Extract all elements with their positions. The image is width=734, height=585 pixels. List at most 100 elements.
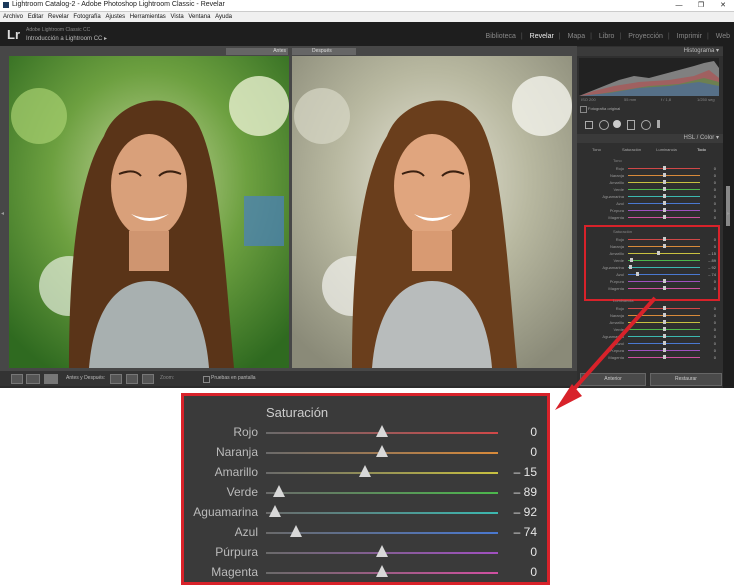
left-panel-toggle-icon[interactable]: ◂ xyxy=(1,210,4,217)
radial-filter-icon[interactable] xyxy=(641,120,651,130)
zoom-slider-thumb[interactable] xyxy=(269,505,282,517)
module-revelar[interactable]: Revelar xyxy=(530,33,554,40)
lum-label: Verde xyxy=(613,327,624,332)
tono-value: 0 xyxy=(713,166,716,171)
zoom-slider-thumb[interactable] xyxy=(358,465,371,477)
zoom-color-label: Aguamarina xyxy=(193,505,258,519)
lum-slider-thumb[interactable] xyxy=(662,355,666,359)
menu-editar[interactable]: Editar xyxy=(28,14,44,20)
tono-row-magenta: Magenta 0 xyxy=(600,214,716,221)
lum-slider-thumb[interactable] xyxy=(662,306,666,310)
tono-slider-thumb[interactable] xyxy=(662,201,666,205)
zoom-row-naranja: Naranja 0 xyxy=(184,442,547,462)
tono-slider-thumb[interactable] xyxy=(662,194,666,198)
zoom-slider-thumb[interactable] xyxy=(272,485,285,497)
previous-button[interactable]: Anterior xyxy=(580,373,646,386)
lum-value: 0 xyxy=(713,327,716,332)
module-web[interactable]: Web xyxy=(716,33,730,40)
menu-bar: Archivo Editar Revelar Fotografía Ajuste… xyxy=(0,12,734,22)
tono-slider-thumb[interactable] xyxy=(662,208,666,212)
menu-revelar[interactable]: Revelar xyxy=(48,14,69,20)
red-eye-icon[interactable] xyxy=(613,120,621,128)
lum-slider-thumb[interactable] xyxy=(662,334,666,338)
lum-label: Naranja xyxy=(609,313,624,318)
minimize-button[interactable]: — xyxy=(668,0,690,11)
tono-row-amarillo: Amarillo 0 xyxy=(600,179,716,186)
graduated-filter-icon[interactable] xyxy=(627,120,635,130)
zoom-slider-track[interactable] xyxy=(266,472,498,474)
spot-removal-icon[interactable] xyxy=(599,120,609,130)
module-proyeccion[interactable]: Proyección xyxy=(628,33,663,40)
copy-after-icon[interactable] xyxy=(142,374,154,384)
zoom-slider-track[interactable] xyxy=(266,492,498,494)
menu-fotografia[interactable]: Fotografía xyxy=(73,14,100,20)
before-after-view-icon[interactable] xyxy=(44,374,58,384)
menu-ajustes[interactable]: Ajustes xyxy=(105,14,125,20)
tono-slider-thumb[interactable] xyxy=(662,187,666,191)
tono-label: Púrpura xyxy=(609,208,624,213)
maximize-button[interactable]: ❐ xyxy=(690,0,712,11)
module-mapa[interactable]: Mapa xyxy=(568,33,586,40)
catalog-name[interactable]: Introducción a Lightroom CC ▸ xyxy=(26,35,107,42)
zoom-slider-track[interactable] xyxy=(266,512,498,514)
hsl-header[interactable]: HSL / Color ▾ xyxy=(577,134,723,143)
crop-icon[interactable] xyxy=(585,121,593,129)
zoom-value: 0 xyxy=(530,445,537,459)
tab-tono[interactable]: Tono xyxy=(579,145,614,154)
tono-slider-thumb[interactable] xyxy=(662,173,666,177)
after-photo[interactable] xyxy=(292,56,572,368)
proof-checkbox[interactable] xyxy=(203,376,210,383)
lum-slider-thumb[interactable] xyxy=(662,313,666,317)
lum-slider-thumb[interactable] xyxy=(662,341,666,345)
lum-slider-thumb[interactable] xyxy=(662,348,666,352)
tab-luminancia[interactable]: Luminancia xyxy=(649,145,684,154)
zoom-slider-thumb[interactable] xyxy=(376,545,388,557)
tono-slider-thumb[interactable] xyxy=(662,215,666,219)
zoom-slider-thumb[interactable] xyxy=(376,445,388,457)
right-panel-toggle-icon[interactable]: ▸ xyxy=(727,210,730,217)
zoom-slider-thumb[interactable] xyxy=(376,425,388,437)
grid-view-icon[interactable] xyxy=(26,374,40,384)
window-title: Lightroom Catalog-2 - Adobe Photoshop Li… xyxy=(12,1,225,8)
module-biblioteca[interactable]: Biblioteca xyxy=(486,33,516,40)
menu-herramientas[interactable]: Herramientas xyxy=(130,14,166,20)
close-button[interactable]: ✕ xyxy=(712,0,734,11)
original-photo-checkbox[interactable] xyxy=(580,106,587,113)
lum-row-magenta: Magenta 0 xyxy=(600,354,716,361)
reset-button[interactable]: Restaurar xyxy=(650,373,722,386)
tono-slider-thumb[interactable] xyxy=(662,166,666,170)
zoom-value: – 74 xyxy=(513,525,537,539)
zoom-slider-thumb[interactable] xyxy=(290,525,303,537)
tono-label: Magenta xyxy=(608,215,624,220)
brush-icon[interactable] xyxy=(657,120,660,128)
histogram xyxy=(579,58,719,96)
module-libro[interactable]: Libro xyxy=(599,33,615,40)
zoom-value: 0 xyxy=(530,545,537,559)
tab-saturacion[interactable]: Saturación xyxy=(614,145,649,154)
lum-slider-thumb[interactable] xyxy=(662,327,666,331)
lum-value: 0 xyxy=(713,355,716,360)
zoom-row-verde: Verde – 89 xyxy=(184,482,547,502)
hsl-tabs: Tono Saturación Luminancia Todo xyxy=(579,145,719,154)
menu-ventana[interactable]: Ventana xyxy=(188,14,210,20)
module-imprimir[interactable]: Imprimir xyxy=(677,33,702,40)
zoom-slider-thumb[interactable] xyxy=(376,565,388,577)
panel-scroll-thumb[interactable] xyxy=(726,186,730,226)
tono-value: 0 xyxy=(713,201,716,206)
luminancia-sliders: Rojo 0 Naranja 0 Amarillo 0 Verde 0 Aguamarina 0 A… xyxy=(600,305,716,361)
lum-slider-thumb[interactable] xyxy=(662,320,666,324)
tono-slider-thumb[interactable] xyxy=(662,180,666,184)
before-photo[interactable] xyxy=(9,56,289,368)
lum-label: Magenta xyxy=(608,355,624,360)
menu-archivo[interactable]: Archivo xyxy=(3,14,23,20)
loupe-view-icon[interactable] xyxy=(11,374,23,384)
menu-vista[interactable]: Vista xyxy=(170,14,183,20)
copy-settings-icon[interactable] xyxy=(126,374,138,384)
menu-ayuda[interactable]: Ayuda xyxy=(215,14,232,20)
tab-todo[interactable]: Todo xyxy=(684,145,719,154)
zoom-value: 0 xyxy=(530,425,537,439)
histogram-header[interactable]: Histograma ▾ xyxy=(577,47,723,56)
shutter-speed: 1/250 seg xyxy=(697,97,715,102)
swap-icon[interactable] xyxy=(110,374,122,384)
zoom-label: Zoom: xyxy=(160,375,175,381)
